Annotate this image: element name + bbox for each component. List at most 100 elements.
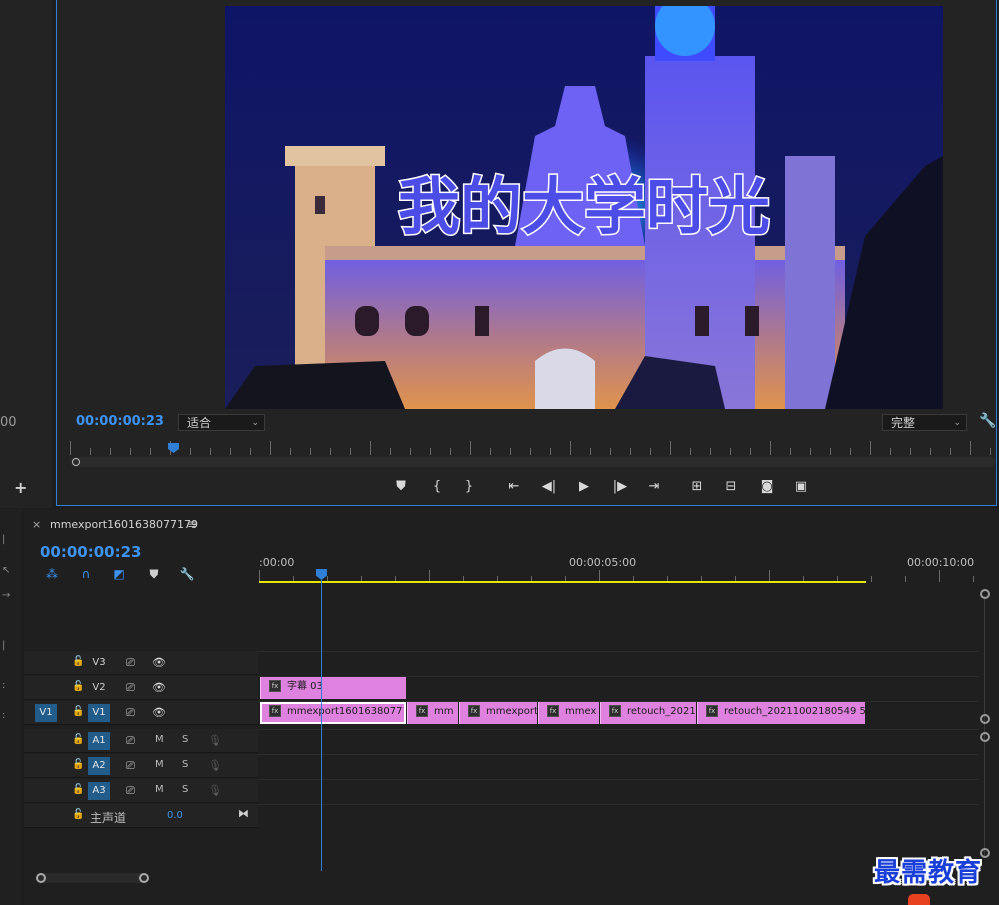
sync-lock-icon[interactable]: ⎚ <box>126 784 135 798</box>
track-label-a3[interactable]: A3 <box>88 782 110 800</box>
program-timecode[interactable]: 00:00:00:23 <box>76 414 164 429</box>
timeline-timecode[interactable]: 00:00:00:23 <box>40 543 142 561</box>
clip-label: 字幕 03 <box>287 681 323 692</box>
add-button[interactable]: + <box>14 478 27 497</box>
extract-icon[interactable]: ⊟ <box>720 478 742 496</box>
export-frame-icon[interactable]: ◙ <box>756 478 778 496</box>
step-back-icon[interactable]: ◀| <box>538 478 560 496</box>
monitor-time-ruler[interactable] <box>70 441 995 455</box>
solo-button[interactable]: S <box>182 734 188 745</box>
ruler-label: :00:00 <box>259 556 295 569</box>
playback-resolution-dropdown[interactable]: 完整 ⌄ <box>882 414 967 431</box>
play-icon[interactable]: ▶ <box>573 478 595 496</box>
lock-icon[interactable]: 🔓 <box>72 656 84 667</box>
snap-icon[interactable]: ⁂ <box>43 566 61 582</box>
track-label-a1[interactable]: A1 <box>88 732 110 750</box>
track-header-a3: 🔓 A3 ⎚ M S 🎙 <box>24 779 258 803</box>
tool-icon[interactable]: ↖ <box>2 565 10 576</box>
wrench-icon[interactable]: 🔧 <box>979 413 996 429</box>
clip-v1[interactable]: fx mmexport1 <box>459 702 537 724</box>
microphone-icon[interactable]: 🎙 <box>208 734 222 747</box>
mark-in-icon[interactable]: { <box>426 478 448 496</box>
monitor-zoom-scrollbar[interactable] <box>70 457 995 467</box>
sync-lock-icon[interactable]: ⎚ <box>126 706 135 720</box>
linked-selection-icon[interactable]: ◩ <box>110 566 128 582</box>
sync-lock-icon[interactable]: ⎚ <box>126 681 135 695</box>
panel-menu-icon[interactable]: ≡ <box>187 517 197 531</box>
track-label-v1[interactable]: V1 <box>88 704 110 722</box>
source-timecode-partial: 00 <box>0 415 17 430</box>
vertical-scroll-handle[interactable] <box>980 589 990 599</box>
lock-icon[interactable]: 🔓 <box>72 759 84 770</box>
sync-lock-icon[interactable]: ⎚ <box>126 759 135 773</box>
track-label-v3[interactable]: V3 <box>88 654 110 672</box>
microphone-icon[interactable]: 🎙 <box>208 759 222 772</box>
track-label-a2[interactable]: A2 <box>88 757 110 775</box>
eye-icon[interactable]: 👁 <box>152 706 166 719</box>
vertical-scrollbar-track[interactable] <box>984 596 985 856</box>
vertical-scroll-handle[interactable] <box>980 732 990 742</box>
eye-icon[interactable]: 👁 <box>152 681 166 694</box>
add-marker-icon[interactable]: ⛊ <box>145 566 163 582</box>
vertical-scroll-handle[interactable] <box>980 714 990 724</box>
lock-icon[interactable]: 🔓 <box>72 784 84 795</box>
clip-v1[interactable]: fx mm <box>407 702 458 724</box>
sync-lock-icon[interactable]: ⎚ <box>126 656 135 670</box>
clip-label: retouch_202109 <box>627 706 696 717</box>
lock-icon[interactable]: 🔓 <box>72 809 84 820</box>
lift-icon[interactable]: ⊞ <box>686 478 708 496</box>
clip-label: mmexport1 <box>486 706 537 717</box>
track-header-v3: 🔓 V3 ⎚ 👁 <box>24 651 258 675</box>
go-to-out-icon[interactable]: ⇥ <box>643 478 665 496</box>
solo-button[interactable]: S <box>182 784 188 795</box>
tool-icon[interactable]: : <box>2 710 5 721</box>
horizontal-scroll-handle[interactable] <box>36 873 46 883</box>
sequence-tab[interactable]: mmexport1601638077179 <box>50 518 198 531</box>
track-header-a1: 🔓 A1 ⎚ M S 🎙 <box>24 729 258 753</box>
work-area-bar[interactable] <box>259 581 866 583</box>
track-header-a2: 🔓 A2 ⎚ M S 🎙 <box>24 754 258 778</box>
mark-out-icon[interactable]: } <box>458 478 480 496</box>
marker-icon[interactable]: ⛊ <box>390 478 412 496</box>
mute-button[interactable]: M <box>155 759 164 770</box>
step-forward-icon[interactable]: |▶ <box>609 478 631 496</box>
fx-badge-icon: fx <box>416 705 428 717</box>
horizontal-scroll-handle[interactable] <box>139 873 149 883</box>
fx-badge-icon: fx <box>706 705 718 717</box>
tool-icon[interactable]: → <box>2 590 10 601</box>
close-tab-icon[interactable]: × <box>32 518 41 531</box>
magnet-icon[interactable]: ∩ <box>77 566 95 582</box>
solo-button[interactable]: S <box>182 759 188 770</box>
compare-icon[interactable]: ▣ <box>790 478 812 496</box>
watermark-logo <box>908 894 930 905</box>
lock-icon[interactable]: 🔓 <box>72 734 84 745</box>
lock-icon[interactable]: 🔓 <box>72 706 84 717</box>
eye-icon[interactable]: 👁 <box>152 656 166 669</box>
fx-badge-icon: fx <box>547 705 559 717</box>
watermark-text: 最需教育 <box>874 858 983 888</box>
chevron-down-icon: ⌄ <box>251 418 259 428</box>
master-volume-value[interactable]: 0.0 <box>167 810 183 821</box>
go-to-in-icon[interactable]: ⇤ <box>503 478 525 496</box>
track-label-v2[interactable]: V2 <box>88 679 110 697</box>
microphone-icon[interactable]: 🎙 <box>208 784 222 797</box>
settings-wrench-icon[interactable]: 🔧 <box>178 566 196 582</box>
tool-icon[interactable]: : <box>2 680 5 691</box>
sync-lock-icon[interactable]: ⎚ <box>126 734 135 748</box>
zoom-fit-value: 适合 <box>187 416 212 430</box>
clip-v1[interactable]: fx retouch_202109 <box>600 702 696 724</box>
horizontal-scrollbar[interactable] <box>36 873 148 883</box>
zoom-fit-dropdown[interactable]: 适合 ⌄ <box>178 414 265 431</box>
clip-v1[interactable]: fx mmex <box>538 702 599 724</box>
go-to-start-end-icon[interactable]: ⧓ <box>238 807 249 820</box>
monitor-scrollbar-handle[interactable] <box>72 458 80 466</box>
tool-icon[interactable]: | <box>2 640 5 651</box>
clip-v2-title[interactable]: fx 字幕 03 <box>260 677 406 699</box>
clip-v1[interactable]: fx mmexport1601638077179.j <box>260 702 406 724</box>
source-patch-v1[interactable]: V1 <box>35 704 57 722</box>
lock-icon[interactable]: 🔓 <box>72 681 84 692</box>
mute-button[interactable]: M <box>155 784 164 795</box>
tool-icon[interactable]: | <box>2 534 5 545</box>
clip-v1[interactable]: fx retouch_20211002180549 58.jpg <box>697 702 865 724</box>
mute-button[interactable]: M <box>155 734 164 745</box>
